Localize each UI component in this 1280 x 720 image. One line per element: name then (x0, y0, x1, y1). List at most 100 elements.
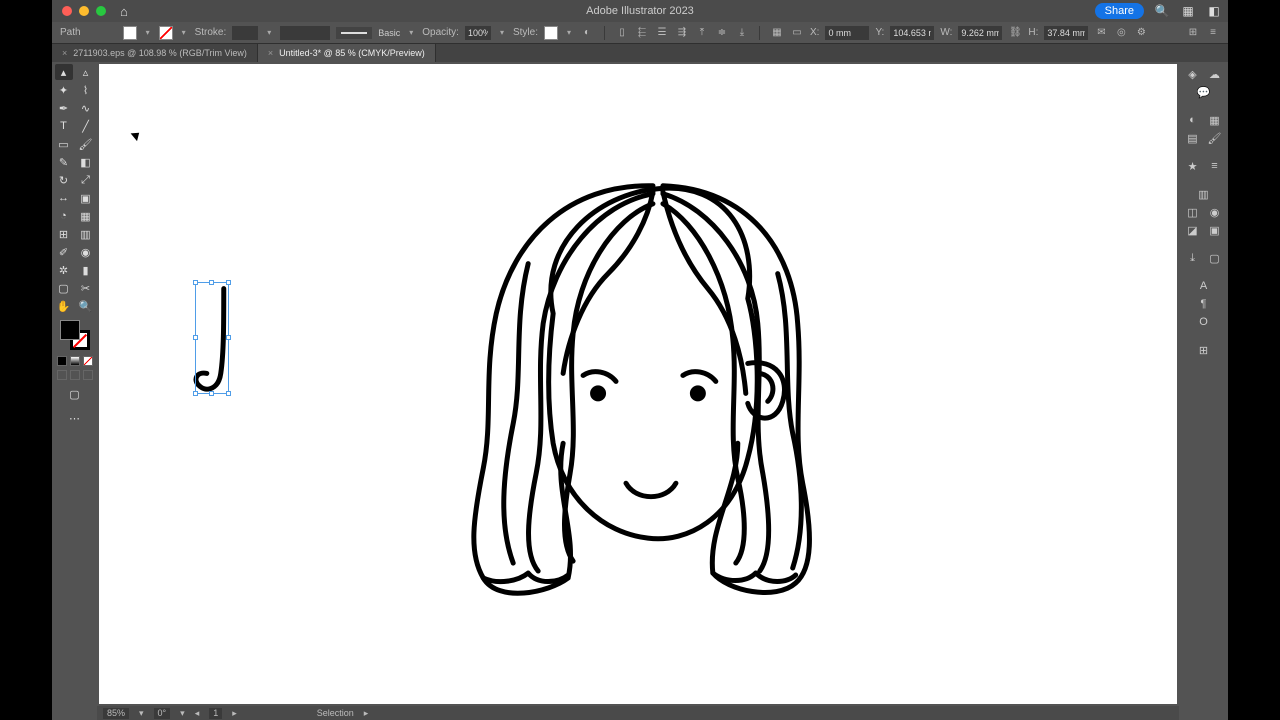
align-to-icon[interactable]: ▯ (615, 26, 629, 40)
layers-panel-icon[interactable]: ▣ (1207, 222, 1223, 238)
artboard-number[interactable]: 1 (209, 708, 222, 719)
zoom-level[interactable]: 85% (103, 708, 129, 719)
x-input[interactable] (825, 26, 869, 40)
minimize-window-button[interactable] (79, 6, 89, 16)
appearance-panel-icon[interactable]: ◉ (1207, 204, 1223, 220)
selection-bounding-box[interactable] (195, 282, 229, 394)
width-tool[interactable]: ↔ (55, 190, 73, 206)
recolor-icon[interactable]: ◐ (580, 26, 594, 40)
shape-builder-tool[interactable]: ◔ (55, 208, 73, 224)
align-panel-icon[interactable]: ⊞ (1196, 342, 1212, 358)
selection-tool[interactable]: ▴ (55, 64, 73, 80)
color-mode-icon[interactable] (57, 356, 67, 366)
gradient-panel-icon[interactable]: ▥ (1196, 186, 1212, 202)
artboard-prev-icon[interactable]: ◂ (195, 708, 200, 719)
mesh-tool[interactable]: ⊞ (55, 226, 73, 242)
stroke-dropdown-icon[interactable]: ▾ (179, 28, 189, 38)
shaper-tool[interactable]: ✎ (55, 154, 73, 170)
scale-tool[interactable]: ⤢ (77, 172, 95, 188)
symbol-sprayer-tool[interactable]: ✲ (55, 262, 73, 278)
search-icon[interactable]: 🔍 (1154, 4, 1170, 18)
draw-normal-icon[interactable] (57, 370, 67, 380)
close-tab-icon[interactable]: × (268, 48, 273, 58)
free-transform-tool[interactable]: ▣ (77, 190, 95, 206)
color-guide-icon[interactable]: ▦ (1207, 112, 1223, 128)
align-left-icon[interactable]: ⬱ (635, 26, 649, 40)
artboards-panel-icon[interactable]: ▢ (1207, 250, 1223, 266)
artboard-tool[interactable]: ▢ (55, 280, 73, 296)
lasso-tool[interactable]: ⌇ (77, 82, 95, 98)
artboard-next-icon[interactable]: ▸ (232, 708, 237, 719)
rotate-dd-icon[interactable]: ▾ (180, 708, 185, 719)
paintbrush-tool[interactable]: 🖌 (77, 136, 95, 152)
hand-tool[interactable]: ✋ (55, 298, 73, 314)
color-panel-icon[interactable]: ◐ (1185, 112, 1201, 128)
stroke-swatch[interactable] (159, 26, 173, 40)
fill-color-box[interactable] (60, 320, 80, 340)
rotate-view[interactable]: 0° (154, 708, 171, 719)
symbols-panel-icon[interactable]: ★ (1185, 158, 1201, 174)
maximize-window-button[interactable] (96, 6, 106, 16)
envelope-icon[interactable]: ✉ (1094, 26, 1108, 40)
edit-toolbar-icon[interactable]: ⋯ (66, 410, 84, 426)
snap-options-icon[interactable]: ⊞ (1186, 26, 1200, 40)
magic-wand-tool[interactable]: ✦ (55, 82, 73, 98)
link-wh-icon[interactable]: ⛓ (1008, 26, 1022, 40)
shape-icon[interactable]: ▭ (790, 26, 804, 40)
transparency-panel-icon[interactable]: ◫ (1185, 204, 1201, 220)
fill-dropdown-icon[interactable]: ▾ (143, 28, 153, 38)
opentype-panel-icon[interactable]: O (1196, 314, 1212, 330)
panel-menu-icon[interactable]: ≡ (1206, 26, 1220, 40)
close-tab-icon[interactable]: × (62, 48, 67, 58)
artboard[interactable] (99, 64, 1177, 704)
paragraph-panel-icon[interactable]: ¶ (1196, 296, 1212, 312)
y-input[interactable] (890, 26, 934, 40)
none-mode-icon[interactable] (83, 356, 93, 366)
arrange-docs-icon[interactable]: ▦ (1180, 4, 1196, 18)
zoom-tool[interactable]: 🔍 (77, 298, 95, 314)
rotate-tool[interactable]: ↻ (55, 172, 73, 188)
share-button[interactable]: Share (1095, 3, 1144, 19)
canvas-area[interactable] (97, 62, 1179, 706)
draw-inside-icon[interactable] (83, 370, 93, 380)
screen-mode-icon[interactable]: ▢ (66, 386, 84, 402)
direct-selection-tool[interactable]: ▵ (77, 64, 95, 80)
rectangle-tool[interactable]: ▭ (55, 136, 73, 152)
align-top-icon[interactable]: ⤒ (695, 26, 709, 40)
opacity-dd-icon[interactable]: ▾ (497, 28, 507, 38)
fill-swatch[interactable] (123, 26, 137, 40)
graphic-styles-icon[interactable]: ◪ (1185, 222, 1201, 238)
stroke-weight-input[interactable] (232, 26, 258, 40)
gradient-mode-icon[interactable] (70, 356, 80, 366)
zoom-dd-icon[interactable]: ▾ (139, 708, 144, 719)
variable-width-profile[interactable] (280, 26, 330, 40)
pref-icon[interactable]: ⚙ (1134, 26, 1148, 40)
opacity-input[interactable] (465, 26, 491, 40)
document-tab[interactable]: × Untitled-3* @ 85 % (CMYK/Preview) (258, 44, 436, 62)
brushes-panel-icon[interactable]: 🖌 (1207, 130, 1223, 146)
properties-panel-icon[interactable]: ◈ (1185, 66, 1201, 82)
stroke-weight-dd-icon[interactable]: ▾ (264, 28, 274, 38)
fill-stroke-control[interactable] (60, 320, 90, 350)
home-icon[interactable]: ⌂ (120, 4, 128, 19)
brush-definition[interactable] (336, 27, 372, 39)
transform-icon[interactable]: ▦ (770, 26, 784, 40)
h-input[interactable] (1044, 26, 1088, 40)
style-swatch[interactable] (544, 26, 558, 40)
w-input[interactable] (958, 26, 1002, 40)
perspective-tool[interactable]: ▦ (77, 208, 95, 224)
draw-behind-icon[interactable] (70, 370, 80, 380)
brush-dd-icon[interactable]: ▾ (406, 28, 416, 38)
eraser-tool[interactable]: ◧ (77, 154, 95, 170)
line-tool[interactable]: ╱ (77, 118, 95, 134)
status-menu-icon[interactable]: ▸ (364, 708, 369, 719)
style-dd-icon[interactable]: ▾ (564, 28, 574, 38)
align-hcenter-icon[interactable]: ☰ (655, 26, 669, 40)
curvature-tool[interactable]: ∿ (77, 100, 95, 116)
column-graph-tool[interactable]: ▮ (77, 262, 95, 278)
close-window-button[interactable] (62, 6, 72, 16)
isolate-icon[interactable]: ◎ (1114, 26, 1128, 40)
gradient-tool[interactable]: ▥ (77, 226, 95, 242)
asset-export-icon[interactable]: ⤓ (1185, 250, 1201, 266)
align-bottom-icon[interactable]: ⤓ (735, 26, 749, 40)
